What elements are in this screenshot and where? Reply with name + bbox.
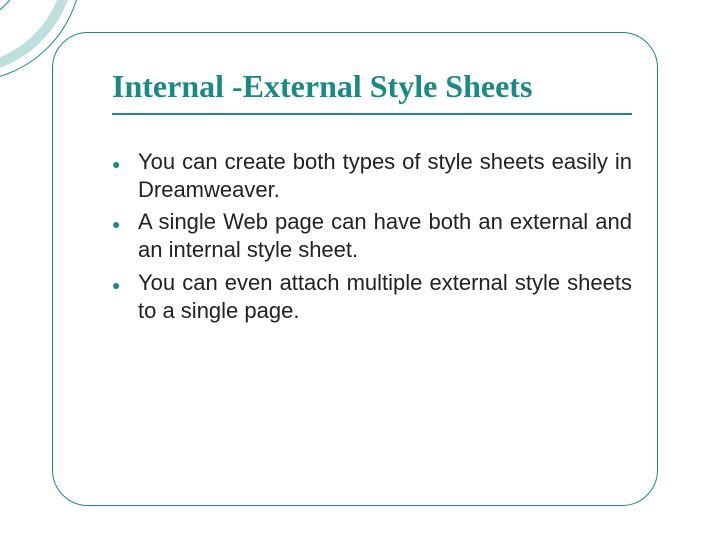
slide-body: ● You can create both types of style she… [112, 148, 632, 329]
bullet-icon: ● [112, 269, 138, 299]
bullet-icon: ● [112, 148, 138, 178]
slide-title: Internal -External Style Sheets [112, 68, 632, 115]
bullet-text: A single Web page can have both an exter… [138, 208, 632, 264]
list-item: ● You can even attach multiple external … [112, 269, 632, 325]
bullet-text: You can even attach multiple external st… [138, 269, 632, 325]
bullet-text: You can create both types of style sheet… [138, 148, 632, 204]
slide: Internal -External Style Sheets ● You ca… [0, 0, 720, 540]
list-item: ● A single Web page can have both an ext… [112, 208, 632, 264]
list-item: ● You can create both types of style she… [112, 148, 632, 204]
bullet-icon: ● [112, 208, 138, 238]
